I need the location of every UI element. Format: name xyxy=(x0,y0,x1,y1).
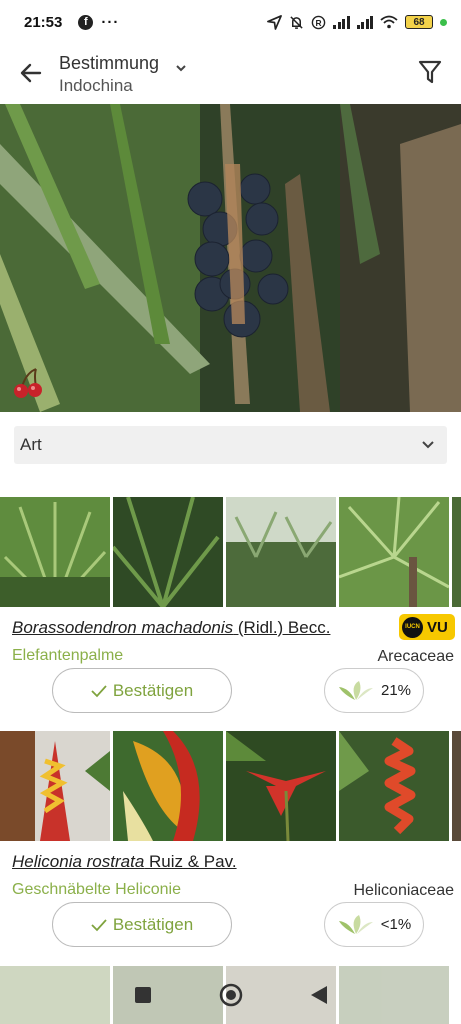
status-bar: 21:53 f ··· R 68 xyxy=(0,0,461,44)
system-nav-bar xyxy=(0,966,461,1024)
iucn-badge[interactable]: IUCN VU xyxy=(399,614,455,640)
leaf-score-icon xyxy=(338,914,373,934)
overflow-icon: ··· xyxy=(101,13,120,31)
registered-icon: R xyxy=(311,15,326,29)
species-photo[interactable] xyxy=(226,497,336,607)
score-pill[interactable]: 21% xyxy=(324,668,424,713)
confirm-button[interactable]: Bestätigen xyxy=(52,902,232,947)
species-photo[interactable] xyxy=(0,497,110,607)
signal-icon xyxy=(333,15,350,29)
alarm-off-icon xyxy=(290,15,303,29)
battery-level: 68 xyxy=(413,16,425,28)
species-photo[interactable] xyxy=(113,731,223,841)
species-photo[interactable] xyxy=(113,497,223,607)
home-circle-icon[interactable] xyxy=(219,983,243,1007)
page-title: Bestimmung xyxy=(59,53,160,73)
checkmark-icon xyxy=(91,918,107,931)
species-photo[interactable] xyxy=(452,497,461,607)
location-arrow-icon xyxy=(267,14,282,30)
species-photo[interactable] xyxy=(452,731,461,841)
clock: 21:53 xyxy=(24,13,63,31)
species-photo[interactable] xyxy=(226,731,336,841)
photo-strip[interactable] xyxy=(0,497,461,607)
filter-icon[interactable] xyxy=(418,59,442,85)
chevron-down-icon xyxy=(422,441,434,449)
species-photo[interactable] xyxy=(339,497,449,607)
common-name: Geschnäbelte Heliconie xyxy=(12,881,181,898)
scientific-name[interactable]: Borassodendron machadonis (Ridl.) Becc. xyxy=(12,618,330,638)
rank-dropdown-value: Art xyxy=(20,435,42,454)
family-name: Heliconiaceae xyxy=(353,882,454,899)
svg-text:R: R xyxy=(315,17,321,27)
scientific-name[interactable]: Heliconia rostrata Ruiz & Pav. xyxy=(12,852,237,872)
confirm-label: Bestätigen xyxy=(112,680,194,700)
recents-square-icon[interactable] xyxy=(134,986,152,1004)
species-photo[interactable] xyxy=(0,731,110,841)
author: (Ridl.) Becc. xyxy=(233,618,331,637)
photo-strip[interactable] xyxy=(0,731,461,841)
wifi-icon xyxy=(380,15,398,29)
chevron-down-icon[interactable] xyxy=(175,63,187,73)
score-value: <1% xyxy=(380,916,412,933)
confirm-button[interactable]: Bestätigen xyxy=(52,668,232,713)
family-name: Arecaceae xyxy=(377,648,455,665)
species-photo[interactable] xyxy=(339,731,449,841)
score-pill[interactable]: <1% xyxy=(324,902,424,947)
author: Ruiz & Pav. xyxy=(144,852,237,871)
iucn-category: VU xyxy=(427,618,448,636)
facebook-icon: f xyxy=(78,14,94,30)
score-value: 21% xyxy=(380,682,412,699)
checkmark-icon xyxy=(91,684,107,697)
common-name: Elefantenpalme xyxy=(12,647,124,664)
cherry-icon xyxy=(14,368,42,398)
signal-icon xyxy=(356,15,373,29)
app-bar: Bestimmung Indochina xyxy=(0,44,461,104)
battery-icon: 68 xyxy=(405,15,433,29)
title-selector[interactable]: Bestimmung Indochina xyxy=(59,52,159,98)
confirm-label: Bestätigen xyxy=(112,914,194,934)
back-triangle-icon[interactable] xyxy=(310,985,328,1005)
leaf-score-icon xyxy=(338,680,373,700)
back-arrow-icon[interactable] xyxy=(18,60,44,86)
green-dot-icon xyxy=(440,18,447,26)
genus-species: Heliconia rostrata xyxy=(12,852,145,871)
observation-photo[interactable] xyxy=(0,104,461,412)
region-subtitle: Indochina xyxy=(59,76,133,95)
genus-species: Borassodendron machadonis xyxy=(12,618,234,637)
rank-dropdown[interactable]: Art xyxy=(14,426,447,464)
iucn-logo: IUCN xyxy=(402,616,423,638)
